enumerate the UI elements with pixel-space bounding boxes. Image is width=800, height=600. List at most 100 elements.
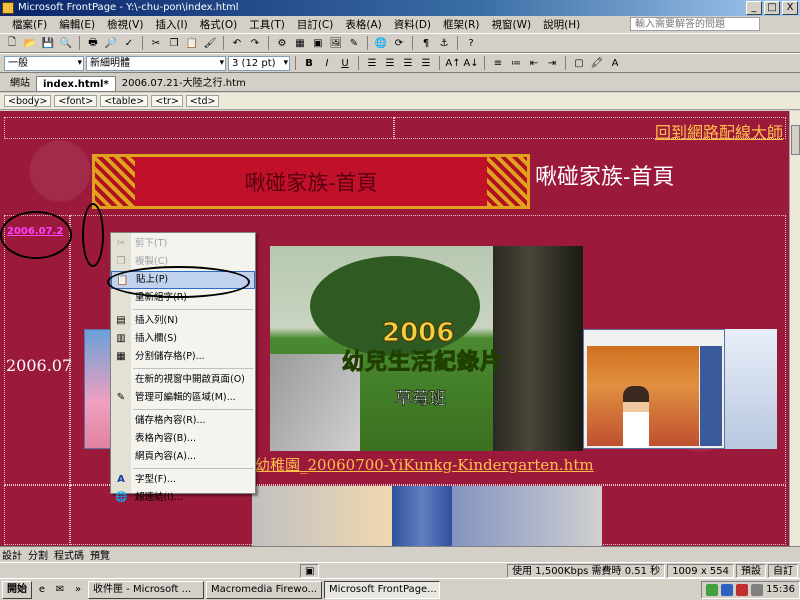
tab-index[interactable]: index.html* <box>36 76 116 91</box>
tab-travel-page[interactable]: 2006.07.21-大陸之行.htm <box>116 76 252 91</box>
menu-edit[interactable]: 編輯(E) <box>53 17 101 32</box>
print-icon[interactable]: 🖶 <box>85 35 101 51</box>
search-icon[interactable]: 🔍 <box>58 35 74 51</box>
bookmark-icon[interactable]: ⚓ <box>436 35 452 51</box>
page-dimensions[interactable]: 1009 x 554 <box>667 563 734 578</box>
decrease-indent-icon[interactable]: ⇤ <box>526 55 542 71</box>
decrease-font-icon[interactable]: A↓ <box>463 55 479 71</box>
video-title-image[interactable]: 2006 幼兒生活紀錄片 草莓班 <box>270 246 583 451</box>
start-button[interactable]: 開始 <box>2 580 32 599</box>
bulleted-list-icon[interactable]: ≔ <box>508 55 524 71</box>
table-cell[interactable] <box>4 485 70 545</box>
menu-file[interactable]: 檔案(F) <box>6 17 53 32</box>
redo-icon[interactable]: ↷ <box>247 35 263 51</box>
spelling-icon[interactable]: ✓ <box>121 35 137 51</box>
tray-antivirus-icon[interactable] <box>736 583 749 596</box>
view-design-tab[interactable]: 設計 <box>2 547 22 562</box>
refresh-icon[interactable]: ⟳ <box>391 35 407 51</box>
justify-icon[interactable]: ☰ <box>418 55 434 71</box>
minimize-button[interactable]: _ <box>746 1 762 15</box>
bold-button[interactable]: B <box>301 55 317 71</box>
drawing-icon[interactable]: ✎ <box>346 35 362 51</box>
tag-tr[interactable]: <tr> <box>151 95 183 107</box>
task-frontpage[interactable]: Microsoft FrontPage... <box>324 580 440 599</box>
outlook-icon[interactable]: ✉ <box>52 582 68 598</box>
increase-indent-icon[interactable]: ⇥ <box>544 55 560 71</box>
style-select[interactable]: 一般 <box>4 55 84 71</box>
numbered-list-icon[interactable]: ≡ <box>490 55 506 71</box>
tag-font[interactable]: <font> <box>54 95 98 107</box>
table-cell[interactable] <box>4 117 394 139</box>
tray-volume-icon[interactable] <box>751 583 764 596</box>
maximize-button[interactable]: □ <box>764 1 780 15</box>
show-all-icon[interactable]: ¶ <box>418 35 434 51</box>
context-menu-insert-column[interactable]: ▥ 插入欄(S) <box>111 330 255 348</box>
task-fireworks[interactable]: Macromedia Firewo... <box>206 580 322 599</box>
font-size-select[interactable]: 3 (12 pt) <box>228 55 290 71</box>
copy-icon[interactable]: ❐ <box>166 35 182 51</box>
align-right-icon[interactable]: ☰ <box>400 55 416 71</box>
font-select[interactable]: 新細明體 <box>86 55 226 71</box>
tab-website[interactable]: 網站 <box>4 76 36 91</box>
context-menu-insert-row[interactable]: ▤ 插入列(N) <box>111 312 255 330</box>
italic-button[interactable]: I <box>319 55 335 71</box>
web-component-icon[interactable]: ⚙ <box>274 35 290 51</box>
view-preview-tab[interactable]: 預覽 <box>90 547 110 562</box>
view-code-tab[interactable]: 程式碼 <box>54 547 84 562</box>
close-button[interactable]: X <box>782 1 798 15</box>
context-menu-cell-properties[interactable]: 儲存格內容(R)... <box>111 412 255 430</box>
tag-td[interactable]: <td> <box>185 95 220 107</box>
context-menu-manage-editable-regions[interactable]: ✎ 管理可編輯的區域(M)... <box>111 389 255 407</box>
format-painter-icon[interactable]: 🖌 <box>202 35 218 51</box>
open-folder-icon[interactable]: 📂 <box>22 35 38 51</box>
context-menu-open-new-window[interactable]: 在新的視窗中開啟頁面(O) <box>111 371 255 389</box>
preview-icon[interactable]: 🔎 <box>103 35 119 51</box>
media-player-screenshot[interactable] <box>583 329 725 449</box>
context-menu-page-properties[interactable]: 網頁內容(A)... <box>111 448 255 466</box>
scrollbar-thumb[interactable] <box>791 125 800 155</box>
tray-messenger-icon[interactable] <box>721 583 734 596</box>
help-icon[interactable]: ? <box>463 35 479 51</box>
menu-table[interactable]: 表格(A) <box>339 17 387 32</box>
quicklaunch-more-icon[interactable]: » <box>70 582 86 598</box>
menu-help[interactable]: 說明(H) <box>537 17 586 32</box>
align-left-icon[interactable]: ☰ <box>364 55 380 71</box>
task-inbox[interactable]: 收件匣 - Microsoft ... <box>88 580 204 599</box>
hyperlink-icon[interactable]: 🌐 <box>373 35 389 51</box>
highlight-color-icon[interactable]: 🖍 <box>589 55 605 71</box>
ie-icon[interactable]: e <box>34 582 50 598</box>
context-menu-hyperlink[interactable]: 🌐 超連結(I)... <box>111 489 255 507</box>
menu-view[interactable]: 檢視(V) <box>101 17 149 32</box>
menu-window[interactable]: 視窗(W) <box>486 17 538 32</box>
insert-layer-icon[interactable]: ▣ <box>310 35 326 51</box>
context-menu-cut[interactable]: ✂ 剪下(T) <box>111 235 255 253</box>
tag-body[interactable]: <body> <box>4 95 52 107</box>
menu-tools[interactable]: 工具(T) <box>243 17 291 32</box>
menu-data[interactable]: 資料(D) <box>388 17 437 32</box>
insert-picture-icon[interactable]: 🖼 <box>328 35 344 51</box>
menu-frames[interactable]: 框架(R) <box>437 17 486 32</box>
menu-insert[interactable]: 插入(I) <box>149 17 193 32</box>
font-color-icon[interactable]: A <box>607 55 623 71</box>
insert-table-icon[interactable]: ▦ <box>292 35 308 51</box>
underline-button[interactable]: U <box>337 55 353 71</box>
help-question-box[interactable]: 輸入需要解答的問題 <box>630 17 760 31</box>
context-menu-table-properties[interactable]: 表格內容(B)... <box>111 430 255 448</box>
vertical-scrollbar[interactable] <box>789 111 800 546</box>
new-page-icon[interactable]: 🗋 <box>4 35 20 51</box>
context-menu-split-cell[interactable]: ▦ 分割儲存格(P)... <box>111 348 255 366</box>
menu-custom[interactable]: 目訂(C) <box>291 17 340 32</box>
paste-icon[interactable]: 📋 <box>184 35 200 51</box>
undo-icon[interactable]: ↶ <box>229 35 245 51</box>
menu-format[interactable]: 格式(O) <box>194 17 243 32</box>
kindergarten-page-link[interactable]: 幼稚園_20060700-YiKunkg-Kindergarten.htm <box>255 454 594 475</box>
view-split-tab[interactable]: 分割 <box>28 547 48 562</box>
tag-table[interactable]: <table> <box>100 95 149 107</box>
cut-icon[interactable]: ✂ <box>148 35 164 51</box>
borders-icon[interactable]: ▢ <box>571 55 587 71</box>
bottom-photo[interactable] <box>252 486 602 546</box>
context-menu-font[interactable]: A 字型(F)... <box>111 471 255 489</box>
save-icon[interactable]: 💾 <box>40 35 56 51</box>
tray-network-icon[interactable] <box>706 583 719 596</box>
back-to-home-link[interactable]: 回到網路配線大師 <box>655 119 783 143</box>
